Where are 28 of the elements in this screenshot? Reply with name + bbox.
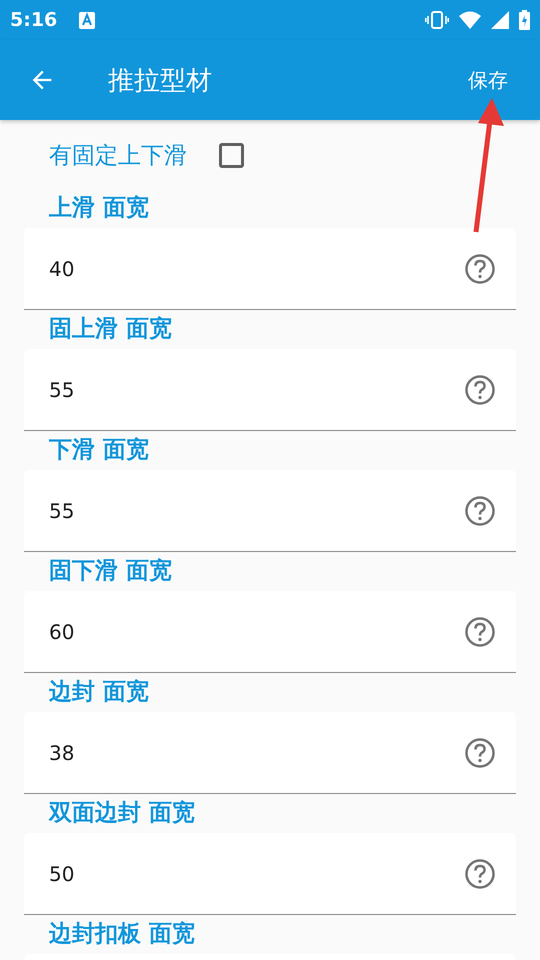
help-icon[interactable] <box>464 374 496 406</box>
field-label: 固下滑 面宽 <box>48 557 174 586</box>
help-icon[interactable] <box>464 616 496 648</box>
field-label: 下滑 面宽 <box>48 436 150 465</box>
input-field[interactable]: 55 <box>49 378 464 402</box>
vibrate-icon <box>425 11 449 29</box>
help-icon[interactable] <box>464 494 496 526</box>
notification-icon <box>79 12 96 28</box>
field-label: 边封扣板 面宽 <box>48 920 196 949</box>
page-title: 推拉型材 <box>108 64 212 98</box>
checkbox-label: 有固定上下滑 <box>49 142 187 171</box>
field-label: 固上滑 面宽 <box>48 315 174 344</box>
wifi-icon <box>459 11 481 29</box>
input-field[interactable]: 50 <box>49 862 464 886</box>
field-label: 边封 面宽 <box>48 678 150 707</box>
status-time: 5:16 <box>10 9 58 31</box>
field-label: 双面边封 面宽 <box>48 799 196 828</box>
input-field[interactable]: 40 <box>49 256 464 280</box>
help-icon[interactable] <box>464 858 496 890</box>
battery-icon <box>519 10 530 30</box>
input-field[interactable]: 38 <box>49 740 464 764</box>
help-icon[interactable] <box>464 252 496 284</box>
help-icon[interactable] <box>464 736 496 768</box>
input-field[interactable]: 60 <box>49 620 464 644</box>
checkbox[interactable] <box>219 143 244 168</box>
field-label: 上滑 面宽 <box>48 194 150 223</box>
input-field[interactable]: 55 <box>49 498 464 522</box>
signal-icon <box>491 11 509 29</box>
